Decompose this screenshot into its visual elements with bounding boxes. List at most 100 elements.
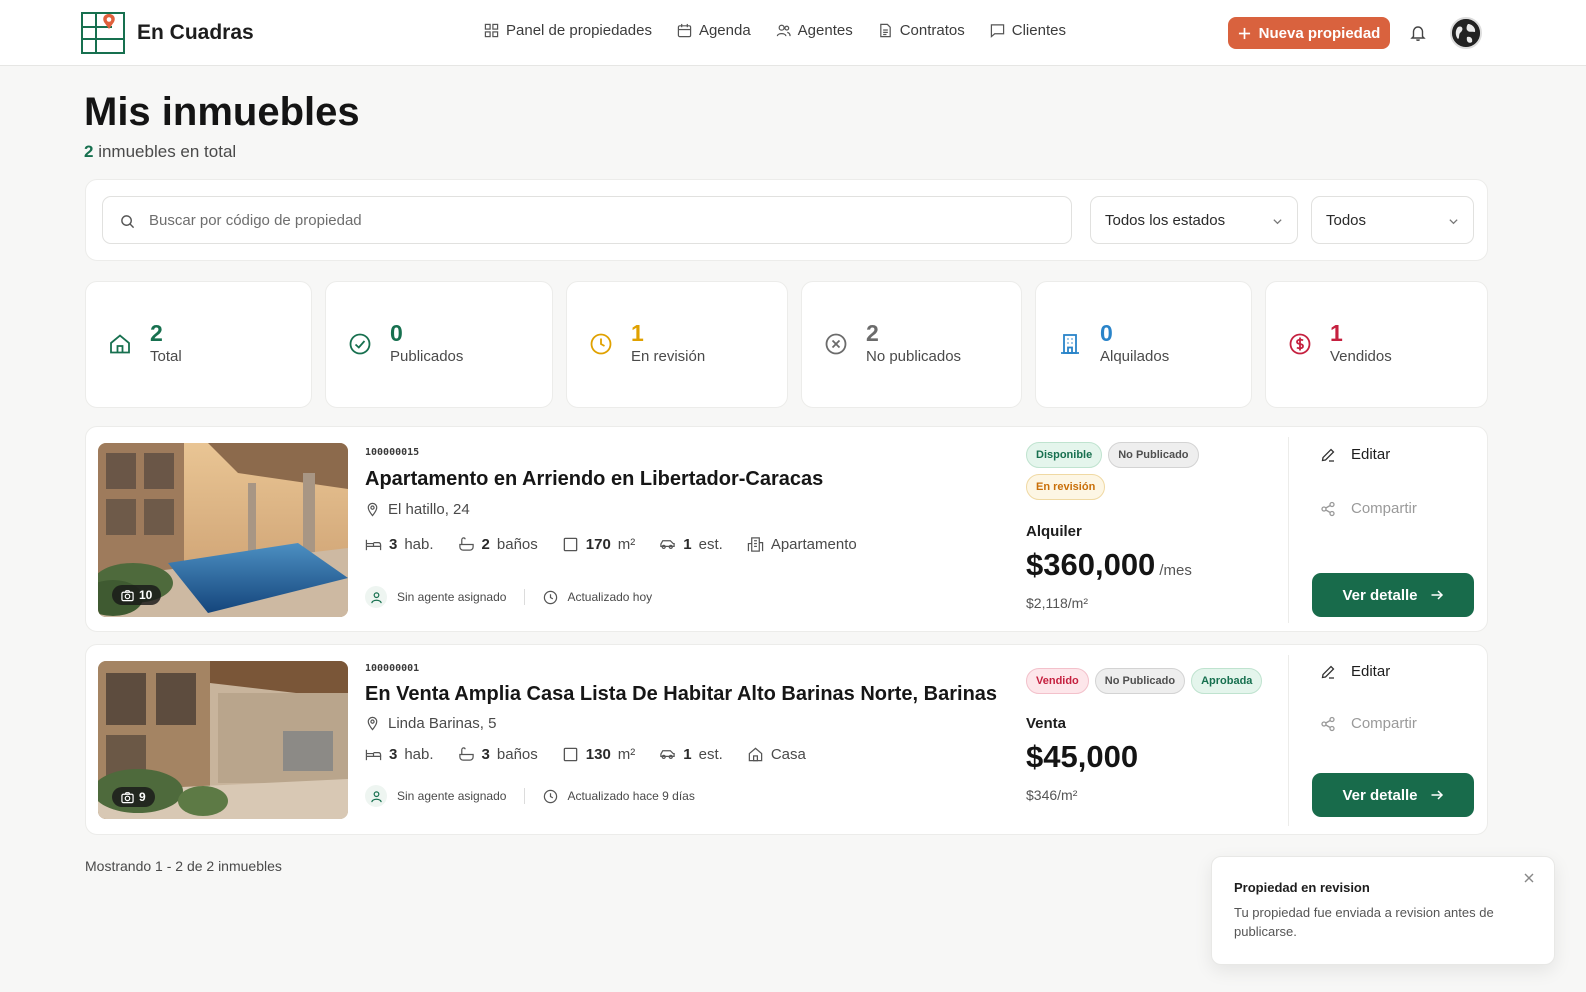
- rooms-unit: hab.: [404, 536, 434, 553]
- type-select[interactable]: Todos: [1311, 196, 1474, 244]
- search-input[interactable]: [103, 197, 1071, 243]
- property-specs: 3 hab. 3 baños 130 m² 1 est. Casa: [365, 746, 806, 763]
- area-value: 130: [585, 746, 611, 763]
- property-address: El hatillo, 24: [365, 501, 470, 518]
- grid-icon: [484, 23, 499, 38]
- status-select[interactable]: Todos los estados: [1090, 196, 1298, 244]
- location-pin-icon: [367, 716, 378, 731]
- stat-card-sold[interactable]: 1 Vendidos: [1265, 281, 1488, 408]
- nav-item-agentes[interactable]: Agentes: [776, 22, 853, 39]
- address-text: El hatillo, 24: [388, 501, 470, 518]
- nav-item-label: Agentes: [797, 22, 853, 39]
- meta-divider: [524, 788, 526, 804]
- view-detail-button[interactable]: Ver detalle: [1312, 573, 1474, 617]
- user-icon: [370, 591, 382, 603]
- dollar-circle-icon: [1289, 333, 1311, 355]
- view-detail-button[interactable]: Ver detalle: [1312, 773, 1474, 817]
- baths-value: 2: [481, 536, 490, 553]
- parking-unit: est.: [698, 536, 723, 553]
- stat-label: Total: [150, 348, 182, 365]
- spec-rooms: 3 hab.: [365, 536, 434, 553]
- edit-label: Editar: [1351, 446, 1391, 463]
- area-unit: m²: [617, 536, 636, 553]
- kind-text: Apartamento: [770, 536, 857, 553]
- new-property-label: Nueva propiedad: [1258, 24, 1381, 42]
- stat-value: 0: [1100, 320, 1113, 346]
- property-photo[interactable]: 10: [98, 443, 348, 617]
- status-badge: No Publicado: [1094, 668, 1186, 694]
- price-per-m2: $346/m²: [1026, 787, 1078, 803]
- main-nav: Panel de propiedades Agenda Agentes Cont…: [484, 22, 1066, 39]
- new-property-button[interactable]: Nueva propiedad: [1228, 17, 1390, 49]
- logo-icon[interactable]: [80, 10, 126, 56]
- agent-avatar: [365, 785, 387, 807]
- address-text: Linda Barinas, 5: [388, 715, 497, 732]
- search-icon: [121, 215, 135, 229]
- avatar[interactable]: [1450, 17, 1482, 49]
- camera-icon: [121, 791, 134, 803]
- operation-type: Alquiler: [1026, 523, 1082, 540]
- photo-count-badge: 10: [112, 585, 162, 605]
- property-title[interactable]: En Venta Amplia Casa Lista De Habitar Al…: [365, 683, 997, 706]
- search-box: [102, 196, 1072, 244]
- spec-area: 130 m²: [562, 746, 635, 763]
- camera-icon: [121, 589, 134, 601]
- edit-button[interactable]: Editar: [1320, 663, 1390, 680]
- agent-text: Sin agente asignado: [397, 789, 507, 803]
- stat-card-total[interactable]: 2 Total: [85, 281, 312, 408]
- share-button[interactable]: Compartir: [1320, 715, 1417, 732]
- nav-item-agenda[interactable]: Agenda: [677, 22, 751, 39]
- nav-item-panel[interactable]: Panel de propiedades: [484, 22, 652, 39]
- view-detail-label: Ver detalle: [1342, 786, 1418, 804]
- stat-label: No publicados: [866, 348, 962, 365]
- stat-value: 1: [1330, 320, 1343, 346]
- nav-item-label: Clientes: [1011, 22, 1066, 39]
- close-icon[interactable]: [1522, 871, 1536, 885]
- property-title[interactable]: Apartamento en Arriendo en Libertador-Ca…: [365, 468, 823, 491]
- property-photo[interactable]: 9: [98, 661, 348, 819]
- nav-item-clientes[interactable]: Clientes: [990, 22, 1066, 39]
- brand-name[interactable]: En Cuadras: [137, 21, 254, 45]
- bed-icon: [365, 539, 382, 551]
- location-pin-icon: [367, 502, 378, 517]
- agent-avatar: [365, 586, 387, 608]
- car-icon: [660, 750, 676, 759]
- bath-icon: [458, 747, 474, 761]
- nav-item-contratos[interactable]: Contratos: [878, 22, 965, 39]
- share-label: Compartir: [1351, 715, 1417, 732]
- stat-label: Alquilados: [1100, 348, 1170, 365]
- photo-count: 10: [139, 588, 153, 602]
- stat-card-unpublished[interactable]: 2 No publicados: [801, 281, 1022, 408]
- filter-bar: Todos los estados Todos: [85, 179, 1488, 261]
- car-icon: [660, 540, 676, 549]
- edit-label: Editar: [1351, 663, 1391, 680]
- price-value: $360,000: [1026, 547, 1156, 582]
- card-divider: [1288, 437, 1289, 623]
- price-suffix: /mes: [1159, 562, 1192, 579]
- property-code: 100000015: [365, 447, 420, 458]
- share-label: Compartir: [1351, 500, 1417, 517]
- status-badge: En revisión: [1026, 474, 1106, 500]
- bell-icon[interactable]: [1409, 24, 1427, 42]
- building-icon: [1061, 334, 1079, 354]
- share-button[interactable]: Compartir: [1320, 500, 1417, 517]
- stat-label: Vendidos: [1330, 348, 1392, 365]
- parking-unit: est.: [698, 746, 723, 763]
- users-icon: [776, 24, 791, 37]
- pencil-icon: [1321, 448, 1335, 462]
- stat-card-published[interactable]: 0 Publicados: [325, 281, 553, 408]
- spec-baths: 2 baños: [458, 536, 538, 553]
- stat-card-review[interactable]: 1 En revisión: [566, 281, 788, 408]
- baths-value: 3: [481, 746, 490, 763]
- edit-button[interactable]: Editar: [1320, 446, 1390, 463]
- home-icon: [110, 334, 130, 354]
- stat-card-rented[interactable]: 0 Alquilados: [1035, 281, 1252, 408]
- chevron-down-icon: [1449, 219, 1458, 225]
- property-card: 9 100000001 En Venta Amplia Casa Lista D…: [85, 644, 1488, 835]
- status-select-value: Todos los estados: [1105, 211, 1226, 229]
- document-icon: [879, 23, 891, 38]
- status-badges: Disponible No Publicado En revisión: [1026, 442, 1256, 500]
- rooms-unit: hab.: [404, 746, 434, 763]
- nav-item-label: Contratos: [899, 22, 965, 39]
- photo-count-badge: 9: [112, 787, 155, 807]
